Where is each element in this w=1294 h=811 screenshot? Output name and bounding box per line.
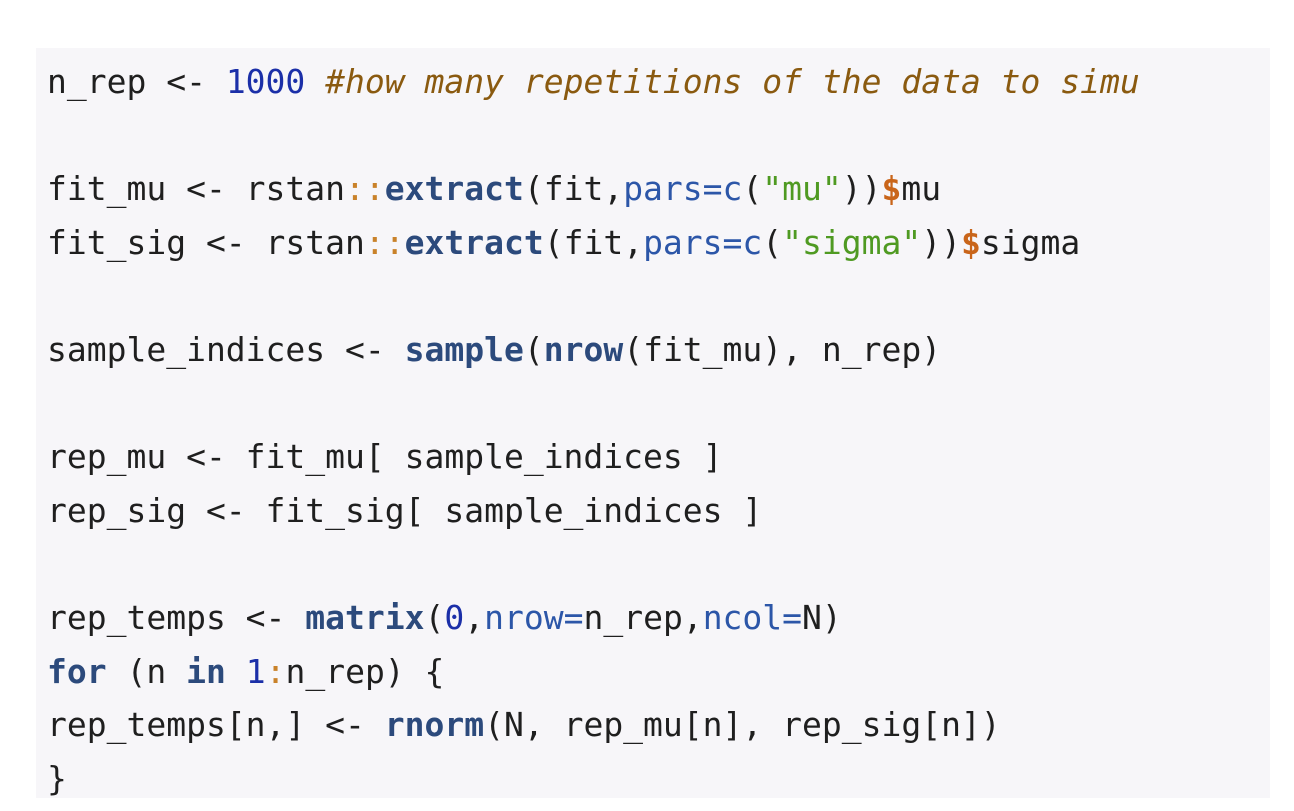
code-token-colon: : (265, 651, 286, 691)
code-line: for (n in 1:n_rep) { (47, 645, 1140, 699)
code-token-fn: nrow (543, 329, 624, 369)
code-token-fn: extract (404, 222, 544, 262)
code-token-arg: pars= (643, 222, 743, 262)
code-token-fn: extract (384, 169, 524, 209)
code-token-plain: mu (901, 169, 942, 209)
code-token-kw: for (47, 651, 107, 691)
code-line: n_rep <- 1000 #how many repetitions of t… (47, 55, 1140, 109)
code-token-plain: , (464, 597, 485, 637)
code-block: n_rep <- 1000 #how many repetitions of t… (47, 55, 1140, 798)
code-line: rep_sig <- fit_sig[ sample_indices ] (47, 484, 1140, 538)
code-token-plain: ( (742, 169, 763, 209)
code-token-plain: sample_indices <- (47, 329, 405, 369)
code-token-num: 1000 (225, 62, 306, 101)
code-token-plain: n_rep, (583, 597, 703, 637)
code-token-plain: )) (841, 169, 882, 209)
code-token-plain: n_rep) { (285, 651, 445, 691)
code-token-fn: matrix (305, 597, 425, 637)
code-token-op: :: (345, 169, 385, 209)
code-token-arg: c (742, 222, 763, 262)
code-line: sample_indices <- sample(nrow(fit_mu), n… (47, 323, 1140, 377)
code-line: fit_sig <- rstan::extract(fit,pars=c("si… (47, 216, 1140, 270)
code-token-num: 1 (245, 651, 266, 691)
code-line: rep_mu <- fit_mu[ sample_indices ] (47, 430, 1140, 484)
code-token-arg: pars= (623, 169, 723, 209)
code-token-plain: fit_sig <- rstan (47, 222, 365, 262)
code-token-plain: (fit, (523, 169, 624, 209)
code-token-plain: rep_mu <- fit_mu[ sample_indices ] (47, 437, 723, 477)
code-token-comment: #how many repetitions of the data to sim… (325, 62, 1140, 101)
code-token-str: "sigma" (782, 222, 922, 262)
code-token-fn: rnorm (384, 705, 485, 745)
code-token-plain: ( (523, 329, 544, 369)
code-token-plain: )) (921, 222, 961, 262)
code-token-plain: sigma (980, 222, 1081, 262)
code-token-plain: (N, rep_mu[n], rep_sig[n]) (484, 705, 1001, 745)
code-token-str: "mu" (762, 169, 842, 209)
code-token-op: :: (364, 222, 405, 262)
code-token-plain: (fit, (543, 222, 644, 262)
code-line: rep_temps <- matrix(0,nrow=n_rep,ncol=N) (47, 591, 1140, 645)
code-line: rep_temps[n,] <- rnorm(N, rep_mu[n], rep… (47, 698, 1140, 752)
code-token-plain: ( (762, 222, 783, 262)
code-token-arg: ncol= (702, 597, 803, 637)
code-token-dollar: $ (960, 222, 981, 262)
code-token-plain: fit_mu <- rstan (47, 169, 346, 209)
code-token-plain: } (47, 758, 67, 798)
code-token-plain: rep_temps <- (47, 597, 306, 637)
code-token-arg: nrow= (484, 597, 584, 637)
code-token-plain: (fit_mu), n_rep) (623, 329, 942, 369)
code-panel: n_rep <- 1000 #how many repetitions of t… (36, 48, 1270, 798)
code-token-arg: c (722, 169, 743, 209)
code-token-num: 0 (444, 597, 465, 637)
code-token-fn: sample (404, 329, 524, 369)
code-token-plain: (n (106, 651, 187, 691)
code-token-plain: rep_temps[n,] <- (47, 705, 385, 745)
code-line: } (47, 752, 1140, 798)
code-token-plain: N) (802, 597, 842, 637)
code-token-dollar: $ (881, 169, 902, 209)
code-token-plain: ( (424, 597, 445, 637)
code-token-kw: in (186, 651, 226, 691)
code-token-plain: rep_sig <- fit_sig[ sample_indices ] (47, 490, 763, 530)
code-token-plain: n_rep <- (47, 62, 226, 101)
code-line: fit_mu <- rstan::extract(fit,pars=c("mu"… (47, 162, 1140, 216)
